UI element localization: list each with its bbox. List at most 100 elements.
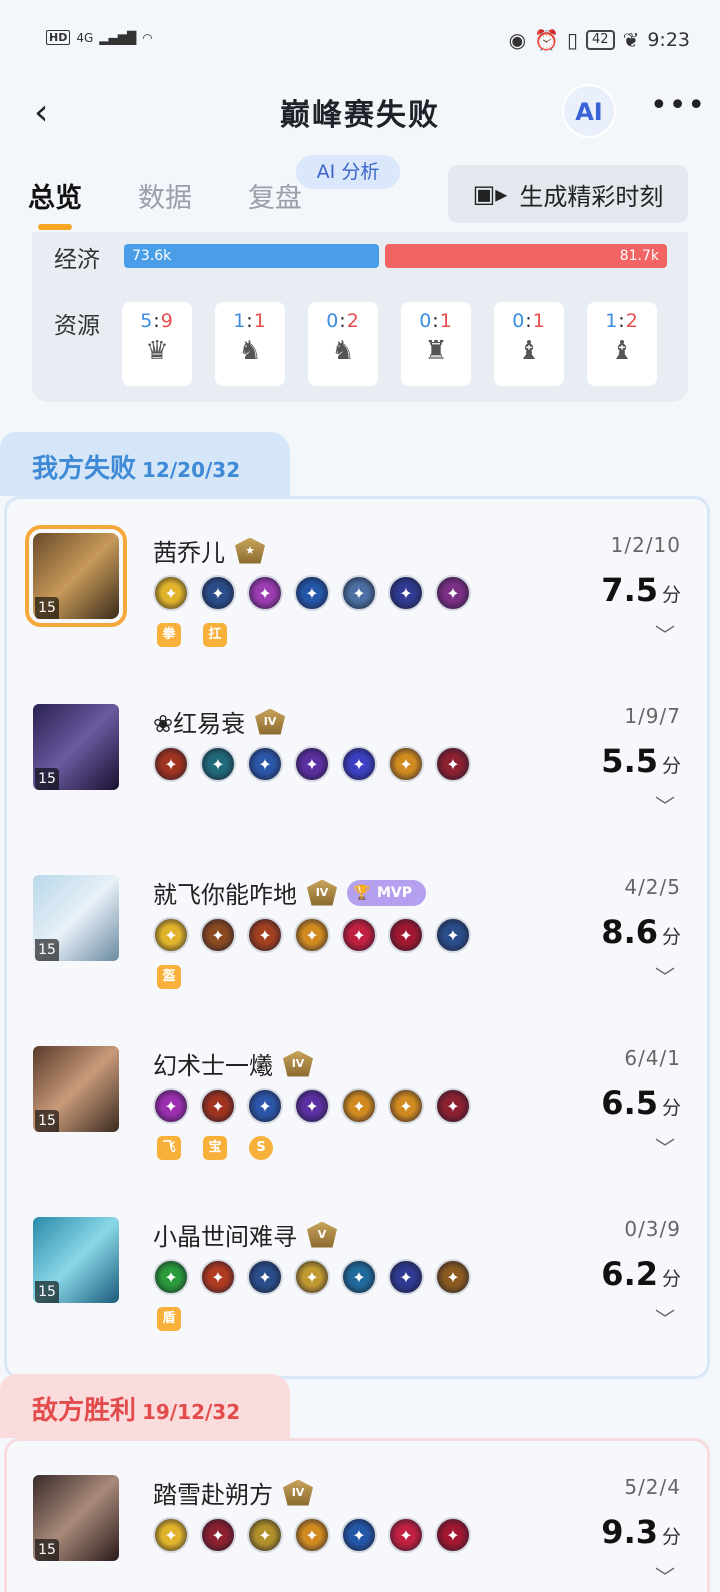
player-name: 小晶世间难寻 bbox=[153, 1223, 297, 1251]
equipment-icon: ✦ bbox=[247, 917, 283, 953]
player-row[interactable]: 15 ❀红易衰 IV ✦ ✦ ✦ ✦ ✦ ✦ ✦ 1/9/7 5.5 分 ﹀ bbox=[7, 690, 707, 860]
leaf-icon: ❦ bbox=[622, 28, 640, 52]
equipment-icon: ✦ bbox=[294, 1517, 330, 1553]
equipment-list: ✦ ✦ ✦ ✦ ✦ ✦ ✦ bbox=[153, 746, 471, 782]
hero-avatar[interactable]: 15 bbox=[33, 1475, 119, 1561]
equipment-icon: ✦ bbox=[294, 917, 330, 953]
rank-badge: IV bbox=[283, 1050, 313, 1077]
equipment-icon: ✦ bbox=[435, 575, 471, 611]
player-row[interactable]: 15 踏雪赴朔方 IV ✦ ✦ ✦ ✦ ✦ ✦ ✦ 5/2/4 9.3 分 ﹀ bbox=[7, 1461, 707, 1592]
badge-list: 飞宝S bbox=[157, 1136, 273, 1160]
equipment-icon: ✦ bbox=[341, 1259, 377, 1295]
overlord-icon: ♜ bbox=[424, 336, 448, 366]
chevron-down-icon[interactable]: ﹀ bbox=[655, 1132, 675, 1161]
enemy-team-header: 敌方胜利 19/12/32 bbox=[0, 1374, 290, 1438]
alarm-icon: ⏰ bbox=[534, 28, 559, 52]
hero-level: 15 bbox=[35, 597, 59, 619]
tab-data[interactable]: 数据 bbox=[138, 176, 192, 215]
tab-replay[interactable]: 复盘 bbox=[248, 176, 302, 215]
equipment-icon: ✦ bbox=[388, 575, 424, 611]
equipment-icon: ✦ bbox=[388, 917, 424, 953]
hero-avatar[interactable]: 15 bbox=[25, 525, 127, 627]
badge-list: 盔 bbox=[157, 965, 181, 989]
hero-level: 15 bbox=[35, 768, 59, 790]
resource-count: 1:1 bbox=[233, 310, 267, 332]
hero-avatar[interactable]: 15 bbox=[33, 875, 119, 961]
hero-level: 15 bbox=[35, 1281, 59, 1303]
ai-analysis-badge[interactable]: AI 分析 bbox=[296, 155, 400, 189]
achievement-badge: S bbox=[249, 1136, 273, 1160]
equipment-icon: ✦ bbox=[247, 575, 283, 611]
equipment-icon: ✦ bbox=[200, 1517, 236, 1553]
rank-badge: IV bbox=[307, 879, 337, 906]
achievement-badge: 宝 bbox=[203, 1136, 227, 1160]
player-name-row: 就飞你能咋地 IV MVP bbox=[153, 875, 427, 910]
equipment-icon: ✦ bbox=[388, 1517, 424, 1553]
player-name-row: 幻术士一爔 IV bbox=[153, 1046, 313, 1081]
resource-storm-dragon: 0:2 ♞ bbox=[308, 302, 378, 386]
chevron-down-icon[interactable]: ﹀ bbox=[655, 1561, 675, 1590]
player-kda: 0/3/9 bbox=[624, 1217, 681, 1241]
storm-dragon-icon: ♞ bbox=[331, 336, 355, 366]
player-score: 5.5 分 bbox=[601, 742, 681, 780]
resource-shadow: 0:1 ♝ bbox=[494, 302, 564, 386]
hero-avatar[interactable]: 15 bbox=[33, 1217, 119, 1303]
player-name-row: 小晶世间难寻 V bbox=[153, 1217, 337, 1252]
player-kda: 4/2/5 bbox=[624, 875, 681, 899]
team-kda: 12/20/32 bbox=[142, 458, 241, 482]
player-row[interactable]: 15 就飞你能咋地 IV MVP ✦ ✦ ✦ ✦ ✦ ✦ ✦ 盔 4/2/5 8.6分 ﹀ bbox=[7, 861, 707, 1031]
equipment-icon: ✦ bbox=[200, 1259, 236, 1295]
achievement-badge: 盾 bbox=[157, 1307, 181, 1331]
resource-count: 5:9 bbox=[140, 310, 174, 332]
team-result: 敌方胜利 bbox=[32, 1396, 137, 1426]
hero-avatar[interactable]: 15 bbox=[33, 1046, 119, 1132]
hero-avatar[interactable]: 15 bbox=[33, 704, 119, 790]
more-options-button[interactable]: ••• bbox=[650, 88, 706, 123]
rank-badge: IV bbox=[283, 1479, 313, 1506]
our-count: 5 bbox=[140, 310, 154, 332]
vibrate-icon: ▯ bbox=[567, 28, 579, 52]
score-unit: 分 bbox=[661, 755, 681, 777]
player-row[interactable]: 15 茜乔儿 ★ ✦ ✦ ✦ ✦ ✦ ✦ ✦ 拳扛 1/2/10 7.5 分 ﹀ bbox=[7, 519, 707, 689]
enemy-count: 1 bbox=[532, 310, 546, 332]
achievement-badge: 飞 bbox=[157, 1136, 181, 1160]
player-name: 幻术士一爔 bbox=[153, 1052, 273, 1080]
player-kda: 6/4/1 bbox=[624, 1046, 681, 1070]
player-score: 9.3 分 bbox=[601, 1513, 681, 1551]
equipment-icon: ✦ bbox=[247, 1088, 283, 1124]
equipment-icon: ✦ bbox=[435, 1088, 471, 1124]
resource-overlord: 0:1 ♜ bbox=[401, 302, 471, 386]
hero-level: 15 bbox=[35, 1539, 59, 1561]
chevron-down-icon[interactable]: ﹀ bbox=[655, 619, 675, 648]
player-kda: 5/2/4 bbox=[624, 1475, 681, 1499]
tab-overview[interactable]: 总览 bbox=[28, 176, 82, 215]
enemy-economy-bar: 81.7k bbox=[385, 244, 667, 268]
player-name: ❀红易衰 bbox=[153, 710, 246, 738]
ai-assistant-button[interactable]: AI bbox=[562, 84, 616, 138]
equipment-list: ✦ ✦ ✦ ✦ ✦ ✦ ✦ bbox=[153, 1088, 471, 1124]
our-team-card: 15 茜乔儿 ★ ✦ ✦ ✦ ✦ ✦ ✦ ✦ 拳扛 1/2/10 7.5 分 ﹀ 15 ❀红易衰 IV ✦ ✦ ✦ ✦ ✦ ✦… bbox=[4, 496, 710, 1379]
resource-count: 1:2 bbox=[605, 310, 639, 332]
our-team-header: 我方失败 12/20/32 bbox=[0, 432, 290, 496]
equipment-icon: ✦ bbox=[200, 575, 236, 611]
economy-label: 经济 bbox=[54, 247, 100, 273]
equipment-icon: ✦ bbox=[153, 746, 189, 782]
chevron-down-icon[interactable]: ﹀ bbox=[655, 790, 675, 819]
equipment-icon: ✦ bbox=[341, 1088, 377, 1124]
player-name: 就飞你能咋地 bbox=[153, 881, 297, 909]
player-row[interactable]: 15 小晶世间难寻 V ✦ ✦ ✦ ✦ ✦ ✦ ✦ 盾 0/3/9 6.2 分 ﹀ bbox=[7, 1203, 707, 1373]
status-bar: HD 4G ▂▄▆█ ◠ ◉ ⏰ ▯ 42 ❦ 9:23 bbox=[0, 0, 720, 80]
hero-level: 15 bbox=[35, 939, 59, 961]
chevron-down-icon[interactable]: ﹀ bbox=[655, 1303, 675, 1332]
equipment-icon: ✦ bbox=[294, 575, 330, 611]
score-unit: 分 bbox=[661, 1097, 681, 1119]
chevron-down-icon[interactable]: ﹀ bbox=[655, 961, 675, 990]
badge-list: 拳扛 bbox=[157, 623, 227, 647]
player-score: 6.2 分 bbox=[601, 1255, 681, 1293]
equipment-icon: ✦ bbox=[200, 917, 236, 953]
our-economy-bar: 73.6k bbox=[124, 244, 379, 268]
generate-highlights-button[interactable]: ▣▸ 生成精彩时刻 bbox=[448, 165, 688, 223]
signal-icon: ▂▄▆█ bbox=[99, 30, 137, 45]
score-unit: 分 bbox=[661, 1268, 681, 1290]
player-row[interactable]: 15 幻术士一爔 IV ✦ ✦ ✦ ✦ ✦ ✦ ✦ 飞宝 S 6/4/1 6.5 分 ﹀ bbox=[7, 1032, 707, 1202]
